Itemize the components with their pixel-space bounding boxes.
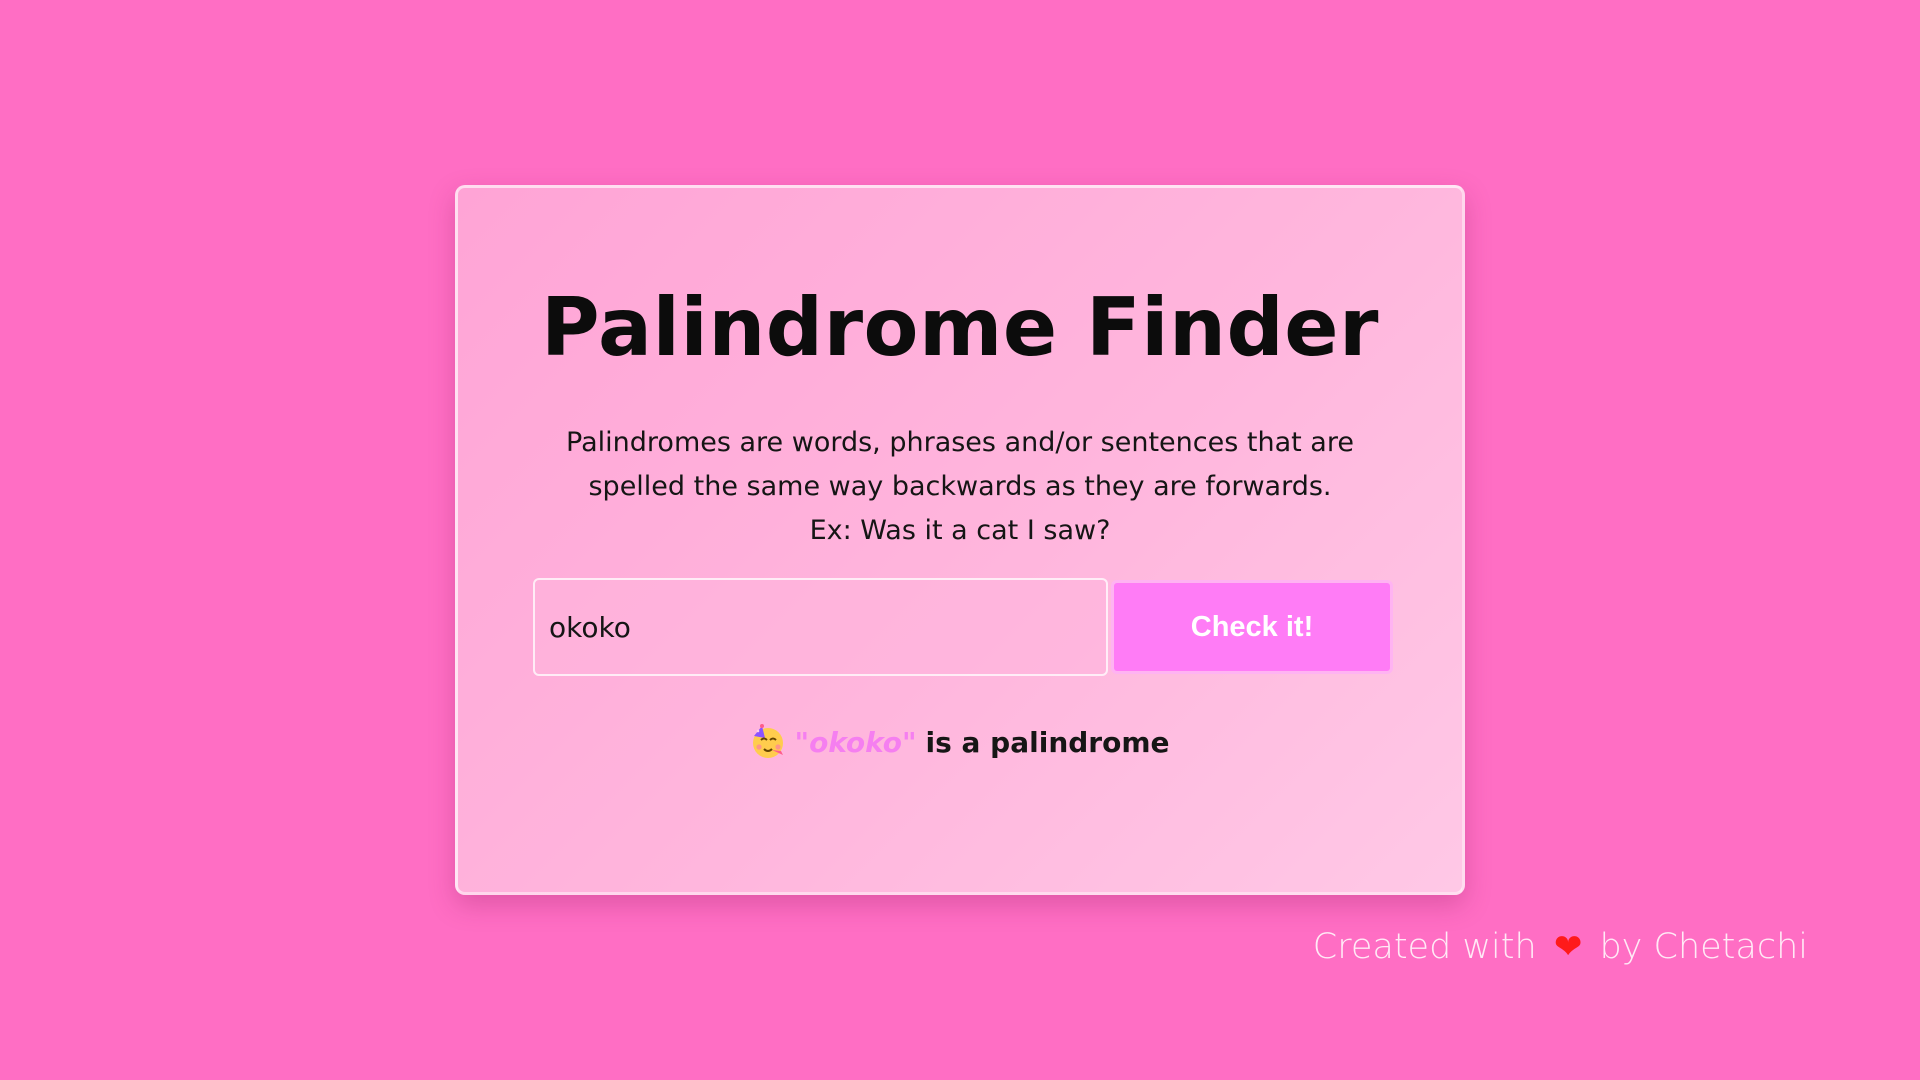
palindrome-form: Check it!: [533, 578, 1393, 676]
result-word: "okoko": [794, 726, 917, 759]
palindrome-card: Palindrome Finder Palindromes are words,…: [455, 185, 1465, 895]
description-example: Ex: Was it a cat I saw?: [809, 515, 1111, 546]
footer-credit: Created with ❤ by Chetachi: [1313, 927, 1808, 967]
heart-icon: ❤: [1553, 927, 1583, 967]
description-line: Palindromes are words, phrases and/or se…: [566, 427, 1354, 458]
result-message: "okoko" is a palindrome: [458, 723, 1462, 763]
footer-prefix: Created with: [1312, 927, 1537, 967]
page-title: Palindrome Finder: [541, 281, 1379, 374]
check-button[interactable]: Check it!: [1111, 580, 1393, 674]
result-verdict: is a palindrome: [925, 726, 1170, 759]
description: Palindromes are words, phrases and/or se…: [528, 421, 1392, 553]
description-line: spelled the same way backwards as they a…: [588, 471, 1332, 502]
partying-face-icon: [753, 724, 784, 758]
word-input[interactable]: [533, 578, 1108, 676]
footer-suffix: by Chetachi: [1599, 927, 1808, 967]
